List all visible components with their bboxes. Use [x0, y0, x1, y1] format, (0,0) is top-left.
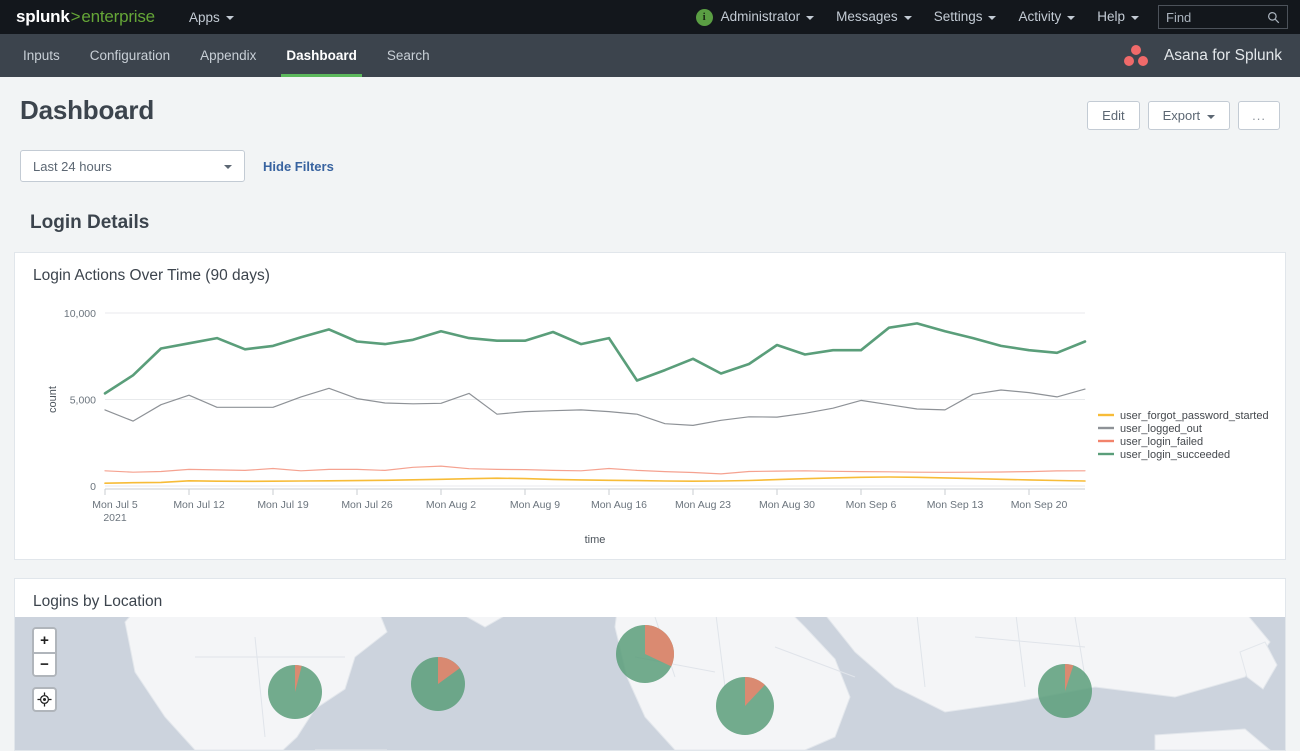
- svg-text:10,000: 10,000: [64, 308, 96, 320]
- svg-text:Mon Sep 13: Mon Sep 13: [927, 499, 984, 511]
- settings-label: Settings: [934, 0, 983, 34]
- svg-text:0: 0: [90, 481, 96, 493]
- user-menu-administrator[interactable]: i Administrator: [685, 0, 826, 34]
- find-input[interactable]: Find: [1158, 5, 1288, 29]
- nav-item-dashboard[interactable]: Dashboard: [271, 34, 372, 77]
- splunk-logo[interactable]: splunk>enterprise: [16, 7, 155, 27]
- panel-login-actions-over-time: Login Actions Over Time (90 days) 0 5,000…: [14, 252, 1286, 560]
- info-icon: i: [696, 9, 713, 26]
- menu-help[interactable]: Help: [1086, 0, 1150, 34]
- time-range-value: Last 24 hours: [33, 159, 112, 174]
- svg-text:Mon Aug 30: Mon Aug 30: [759, 499, 815, 511]
- nav-label: Search: [387, 48, 430, 63]
- apps-menu-label: Apps: [189, 10, 220, 25]
- chevron-down-icon: [1067, 16, 1075, 20]
- map-zoom-group: + −: [32, 627, 57, 677]
- top-bar: splunk>enterprise Apps i Administrator M…: [0, 0, 1300, 34]
- search-icon: [1267, 11, 1280, 24]
- svg-text:time: time: [585, 534, 606, 546]
- map-pie-marker-united-kingdom[interactable]: [616, 625, 674, 683]
- map-pie-marker-west-us[interactable]: [268, 665, 322, 719]
- svg-text:2021: 2021: [103, 512, 127, 524]
- messages-label: Messages: [836, 0, 898, 34]
- svg-text:Mon Jul 12: Mon Jul 12: [173, 499, 225, 511]
- chevron-down-icon: [1207, 115, 1215, 119]
- edit-button[interactable]: Edit: [1087, 101, 1139, 130]
- panel-logins-by-location: Logins by Location + −: [14, 578, 1286, 751]
- map-pie-marker-middle-east[interactable]: [716, 677, 774, 735]
- svg-text:Mon Jul 26: Mon Jul 26: [341, 499, 393, 511]
- activity-label: Activity: [1018, 0, 1061, 34]
- page-title: Dashboard: [20, 95, 154, 126]
- export-label: Export: [1163, 108, 1201, 123]
- svg-text:Mon Jul 5: Mon Jul 5: [92, 499, 138, 511]
- chevron-down-icon: [224, 165, 232, 169]
- chevron-down-icon: [1131, 16, 1139, 20]
- nav-item-search[interactable]: Search: [372, 34, 445, 77]
- menu-messages[interactable]: Messages: [825, 0, 923, 34]
- chevron-down-icon: [226, 16, 234, 20]
- map-zoom-in-button[interactable]: +: [34, 629, 55, 652]
- map-area[interactable]: + −: [15, 617, 1285, 750]
- more-options-button[interactable]: ...: [1238, 101, 1280, 130]
- svg-text:user_login_succeeded: user_login_succeeded: [1120, 449, 1230, 461]
- menu-settings[interactable]: Settings: [923, 0, 1008, 34]
- find-placeholder: Find: [1166, 10, 1191, 25]
- svg-text:user_login_failed: user_login_failed: [1120, 436, 1203, 448]
- svg-text:Mon Sep 6: Mon Sep 6: [846, 499, 897, 511]
- chart-panel-title: Login Actions Over Time (90 days): [15, 253, 1285, 291]
- line-chart-svg: 0 5,000 10,000 count Mon Jul 52021 Mon Jul 12…: [15, 291, 1285, 553]
- app-nav-bar: Inputs Configuration Appendix Dashboard …: [0, 34, 1300, 77]
- world-map-svg: [15, 617, 1285, 750]
- app-name-label: Asana for Splunk: [1164, 47, 1282, 65]
- svg-text:5,000: 5,000: [70, 395, 96, 407]
- export-button[interactable]: Export: [1148, 101, 1231, 130]
- help-label: Help: [1097, 0, 1125, 34]
- apps-menu[interactable]: Apps: [189, 10, 234, 25]
- chevron-down-icon: [904, 16, 912, 20]
- nav-label: Dashboard: [286, 48, 357, 63]
- administrator-label: Administrator: [721, 0, 801, 34]
- line-chart[interactable]: 0 5,000 10,000 count Mon Jul 52021 Mon Jul 12…: [15, 291, 1285, 559]
- nav-label: Appendix: [200, 48, 256, 63]
- edit-label: Edit: [1102, 108, 1124, 123]
- app-branding[interactable]: Asana for Splunk: [1121, 34, 1300, 77]
- svg-text:count: count: [47, 386, 59, 413]
- time-range-picker[interactable]: Last 24 hours: [20, 150, 245, 182]
- asana-logo-icon: [1121, 45, 1151, 67]
- locate-icon: [37, 692, 52, 707]
- section-title-login-details: Login Details: [0, 182, 1300, 234]
- nav-item-configuration[interactable]: Configuration: [75, 34, 185, 77]
- map-locate-button[interactable]: [32, 687, 57, 712]
- svg-text:Mon Sep 20: Mon Sep 20: [1011, 499, 1068, 511]
- svg-text:Mon Jul 19: Mon Jul 19: [257, 499, 309, 511]
- page-action-buttons: Edit Export ...: [1087, 95, 1280, 130]
- svg-text:user_forgot_password_started: user_forgot_password_started: [1120, 410, 1269, 422]
- map-panel-title: Logins by Location: [15, 579, 1285, 617]
- nav-label: Inputs: [23, 48, 60, 63]
- svg-text:user_logged_out: user_logged_out: [1120, 423, 1202, 435]
- hide-filters-link[interactable]: Hide Filters: [263, 159, 334, 174]
- menu-activity[interactable]: Activity: [1007, 0, 1086, 34]
- svg-text:Mon Aug 16: Mon Aug 16: [591, 499, 647, 511]
- filter-bar: Last 24 hours Hide Filters: [0, 130, 1300, 182]
- svg-text:Mon Aug 9: Mon Aug 9: [510, 499, 560, 511]
- map-pie-marker-east-us[interactable]: [411, 657, 465, 711]
- map-pie-marker-japan[interactable]: [1038, 664, 1092, 718]
- svg-text:Mon Aug 2: Mon Aug 2: [426, 499, 476, 511]
- nav-item-inputs[interactable]: Inputs: [8, 34, 75, 77]
- top-bar-right: i Administrator Messages Settings Activi…: [685, 0, 1288, 34]
- page-header: Dashboard Edit Export ...: [0, 77, 1300, 130]
- logo-splunk-text: splunk: [16, 7, 70, 27]
- svg-text:Mon Aug 23: Mon Aug 23: [675, 499, 731, 511]
- more-label: ...: [1252, 108, 1266, 123]
- nav-item-appendix[interactable]: Appendix: [185, 34, 271, 77]
- chevron-down-icon: [806, 16, 814, 20]
- logo-gt-text: >: [71, 7, 81, 27]
- map-controls: + −: [32, 627, 57, 712]
- logo-enterprise-text: enterprise: [81, 7, 155, 27]
- chevron-down-icon: [988, 16, 996, 20]
- map-zoom-out-button[interactable]: −: [34, 652, 55, 675]
- nav-label: Configuration: [90, 48, 170, 63]
